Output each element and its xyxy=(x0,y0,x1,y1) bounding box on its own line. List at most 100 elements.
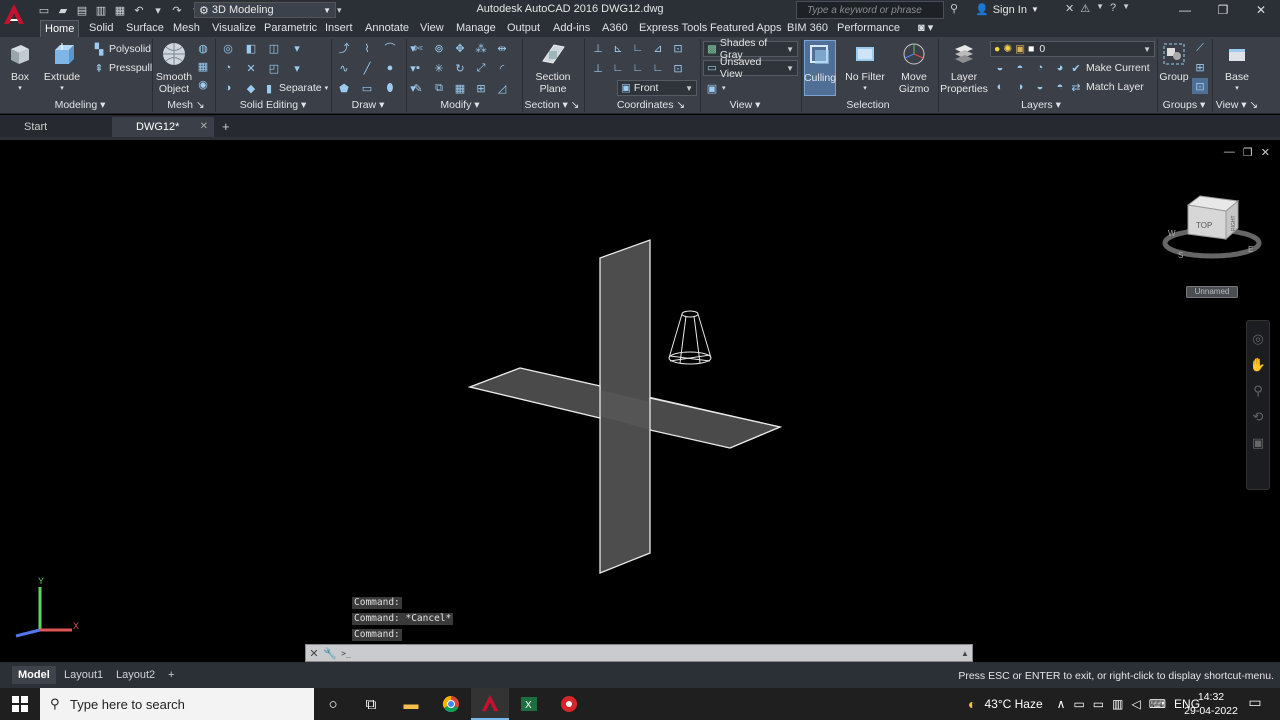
help-search-input[interactable]: Type a keyword or phrase xyxy=(796,1,944,19)
box-button[interactable]: Box ▾ xyxy=(6,40,34,95)
mesh-smooth-more-icon[interactable]: ◍ xyxy=(195,40,211,56)
circle-icon[interactable]: ● xyxy=(382,60,398,76)
layer-on-icon[interactable]: ◐ xyxy=(992,79,1008,95)
tab-layout1[interactable]: Layout1 xyxy=(58,666,109,684)
tab-performance[interactable]: Performance xyxy=(833,20,904,37)
cortana-icon[interactable]: ○ xyxy=(314,688,352,720)
tab-express-tools[interactable]: Express Tools xyxy=(635,20,711,37)
rotate-icon[interactable]: ↻ xyxy=(452,60,468,76)
layer-properties-button[interactable]: Layer Properties xyxy=(940,40,988,95)
panel-label-view-2[interactable]: View ▾ ↘ xyxy=(1212,99,1262,113)
no-filter-button[interactable]: No Filter ▾ xyxy=(844,40,886,95)
ungroup-icon[interactable]: ⟋ xyxy=(1192,40,1208,56)
panel-label-groups[interactable]: Groups ▾ xyxy=(1160,99,1208,113)
minimize-icon[interactable]: — xyxy=(1166,0,1204,20)
taskbar-search-input[interactable]: ⚲ Type here to search xyxy=(40,688,314,720)
mirror-icon[interactable]: ⇹ xyxy=(494,40,510,56)
zoom-icon[interactable]: ⚲ xyxy=(1247,383,1269,399)
spline-icon[interactable]: ∿ xyxy=(336,60,352,76)
taskbar-clock[interactable]: 14:32 29-04-2022 xyxy=(1182,690,1240,718)
match-layer-button[interactable]: ⇄ Match Layer xyxy=(1069,80,1143,94)
restore-icon[interactable]: ❐ xyxy=(1243,146,1253,159)
ucs-view-icon[interactable]: ⊡ xyxy=(670,60,686,76)
showmotion-icon[interactable]: ▣ xyxy=(1247,435,1269,451)
explode-icon[interactable]: ✳ xyxy=(431,60,447,76)
visual-style-select[interactable]: ▩ Shades of Gray ▼ xyxy=(703,37,798,61)
chevron-up-icon[interactable]: ∧ xyxy=(1057,697,1066,711)
close-icon[interactable]: ✕ xyxy=(200,117,208,137)
layer-select[interactable]: ● ✺ ▣ ■ 0 ▼ xyxy=(990,41,1155,57)
language-icon[interactable]: ⌨ xyxy=(1149,697,1166,711)
layer-unisolate-icon[interactable]: ◑ xyxy=(1012,79,1028,95)
new-tab-icon[interactable]: + xyxy=(222,117,236,137)
scale-icon[interactable]: ⤢ xyxy=(473,60,489,76)
pencil-icon[interactable]: ✎ xyxy=(410,80,426,96)
move-icon[interactable]: ✥ xyxy=(452,40,468,56)
layer-off-icon[interactable]: ◒ xyxy=(992,60,1008,76)
layer-thaw-icon[interactable]: ◒ xyxy=(1032,79,1048,95)
layer-unlock-icon[interactable]: ◓ xyxy=(1052,79,1068,95)
exchange-apps-icon[interactable]: ✕ xyxy=(1065,2,1074,15)
help-icon[interactable]: ? xyxy=(1110,2,1116,15)
ucs-icon[interactable]: ⊥ xyxy=(590,40,606,56)
close-icon[interactable]: ✕ xyxy=(306,645,322,661)
mesh-convert-icon[interactable]: ◉ xyxy=(195,76,211,92)
panel-label-mesh[interactable]: Mesh ↘ xyxy=(160,99,212,113)
viewcube-top-label[interactable]: TOP xyxy=(1196,221,1212,230)
panel-label-layers[interactable]: Layers ▾ xyxy=(1010,99,1072,113)
extract-edges-icon[interactable]: ▾ xyxy=(289,60,305,76)
file-explorer-icon[interactable]: ▬ xyxy=(392,688,430,720)
trim-icon[interactable]: ✄ xyxy=(410,40,426,56)
tab-solid[interactable]: Solid xyxy=(85,20,117,37)
horizontal-plane-left[interactable] xyxy=(467,367,601,419)
notification-icon[interactable]: ▭ xyxy=(1244,694,1266,711)
cone-wireframe[interactable] xyxy=(668,310,712,365)
pan-hand-icon[interactable]: ✋ xyxy=(1247,357,1269,373)
drawing-viewport[interactable]: Y X TOP RIGHT S E W — ❐ ✕ Unnamed ◎ ✋ ⚲ … xyxy=(0,137,1280,662)
wrench-icon[interactable]: 🔧 xyxy=(322,645,338,661)
tab-start[interactable]: Start xyxy=(0,117,112,137)
ucs-world-icon[interactable]: ⊾ xyxy=(610,40,626,56)
add-layout-icon[interactable]: + xyxy=(162,666,180,684)
shell-dropdown-icon[interactable]: ▾ xyxy=(289,40,305,56)
section-plane-button[interactable]: Section Plane xyxy=(534,40,572,95)
tab-manage[interactable]: Manage xyxy=(452,20,500,37)
ucs-x-icon[interactable]: ∟ xyxy=(610,60,626,76)
sign-in-button[interactable]: 👤 Sign In ▼ xyxy=(975,3,1039,17)
line-icon[interactable]: ⤴ xyxy=(336,40,352,56)
group-edit-icon[interactable]: ⊞ xyxy=(1192,59,1208,75)
join-icon[interactable]: ⊞ xyxy=(473,80,489,96)
presspull-button[interactable]: ⇞ Presspull xyxy=(92,61,152,75)
rectangle-icon[interactable]: ▭ xyxy=(359,80,375,96)
tab-layout2[interactable]: Layout2 xyxy=(110,666,161,684)
fillet-icon[interactable]: ◜ xyxy=(494,60,510,76)
compass-e-label[interactable]: E xyxy=(1248,245,1253,254)
offset-icon[interactable]: ⊚ xyxy=(431,40,447,56)
maximize-icon[interactable]: ❐ xyxy=(1204,0,1242,20)
line-segment-icon[interactable]: ╱ xyxy=(359,60,375,76)
group-select-icon[interactable]: ⊡ xyxy=(1192,78,1208,94)
tab-home[interactable]: Home xyxy=(40,20,80,37)
base-view-button[interactable]: Base ▾ xyxy=(1222,40,1252,95)
tab-surface[interactable]: Surface xyxy=(122,20,168,37)
union-icon[interactable]: ◎ xyxy=(220,40,236,56)
panel-label-modeling[interactable]: Modeling ▾ xyxy=(40,99,120,113)
close-icon[interactable]: ✕ xyxy=(1242,0,1280,20)
volume-icon[interactable]: ◁ xyxy=(1131,697,1140,711)
ucs-menu-button[interactable]: Unnamed xyxy=(1186,286,1238,298)
imprint-icon[interactable]: ◆ xyxy=(243,80,259,96)
mesh-refine-icon[interactable]: ▦ xyxy=(195,58,211,74)
group-button[interactable]: Group xyxy=(1159,40,1189,83)
tab-parametric[interactable]: Parametric xyxy=(260,20,321,37)
binoculars-icon[interactable]: ⚲ xyxy=(950,2,958,15)
arc-icon[interactable]: ⌒ xyxy=(382,40,398,56)
ucs-y-icon[interactable]: ∟ xyxy=(630,60,646,76)
layer-isolate-icon[interactable]: ◓ xyxy=(1012,60,1028,76)
smooth-object-button[interactable]: Smooth Object xyxy=(156,40,192,95)
tab-output[interactable]: Output xyxy=(503,20,544,37)
fillet-edge-icon[interactable]: ◰ xyxy=(266,60,282,76)
command-prompt-icon[interactable]: >_ xyxy=(338,645,354,661)
tab-view[interactable]: View xyxy=(416,20,448,37)
polygon-icon[interactable]: ⬟ xyxy=(336,80,352,96)
ucs-previous-icon[interactable]: ⊥ xyxy=(590,60,606,76)
